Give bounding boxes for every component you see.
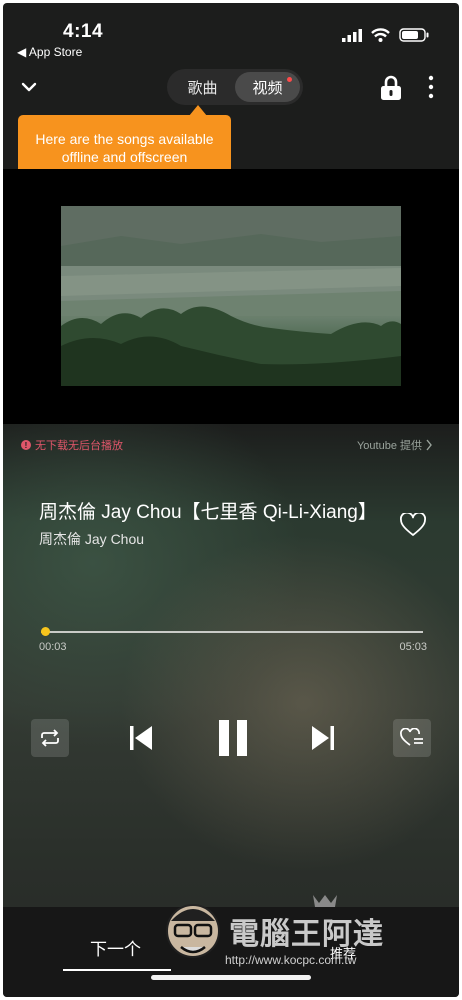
video-landscape-image — [61, 206, 401, 386]
previous-button[interactable] — [125, 721, 157, 755]
chevron-down-icon[interactable] — [19, 77, 39, 97]
active-tab-indicator — [63, 969, 171, 971]
back-to-app-store-link[interactable]: ◀ App Store — [17, 45, 82, 59]
tab-videos[interactable]: 视频 — [235, 72, 300, 102]
home-indicator[interactable] — [151, 975, 311, 980]
skip-previous-icon — [130, 726, 152, 750]
watermark-url: http://www.kocpc.com.tw — [225, 953, 357, 967]
current-time: 00:03 — [39, 641, 67, 653]
signal-icon — [342, 28, 362, 42]
pause-icon — [219, 720, 247, 756]
pause-button[interactable] — [211, 715, 255, 761]
video-frame[interactable] — [61, 206, 401, 386]
player-screen: 4:14 ◀ App Store 歌曲 视频 Here are the song… — [3, 3, 459, 997]
provider-text: Youtube 提供 — [356, 440, 422, 452]
alert-icon: ! — [21, 440, 31, 450]
add-to-playlist-button[interactable] — [393, 719, 431, 757]
media-type-switcher: 歌曲 视频 — [167, 69, 303, 105]
provider-link[interactable]: Youtube 提供 — [357, 437, 433, 453]
tab-songs-label: 歌曲 — [187, 79, 218, 97]
tab-next-up[interactable]: 下一个 — [90, 935, 141, 960]
total-time: 05:03 — [399, 641, 427, 653]
song-artist[interactable]: 周杰倫 Jay Chou — [39, 529, 144, 549]
song-title: 周杰倫 Jay Chou【七里香 Qi-Li-Xiang】 — [39, 502, 377, 523]
chevron-right-icon — [426, 439, 432, 451]
skip-next-icon — [312, 726, 334, 750]
heart-icon[interactable] — [400, 513, 426, 537]
notification-dot — [287, 77, 292, 82]
wifi-icon — [371, 28, 390, 42]
notice-text: 无下载无后台播放 — [35, 440, 123, 452]
battery-icon — [399, 28, 429, 42]
tab-videos-label: 视频 — [252, 79, 283, 97]
status-icons — [342, 28, 429, 42]
status-time: 4:14 — [63, 21, 104, 42]
no-download-notice: ! 无下载无后台播放 — [21, 437, 123, 453]
repeat-button[interactable] — [31, 719, 69, 757]
repeat-icon — [41, 729, 59, 747]
progress-bar[interactable] — [40, 627, 423, 636]
tooltip-text: Here are the songs available offline and… — [35, 130, 214, 165]
tab-songs[interactable]: 歌曲 — [170, 72, 235, 102]
lock-icon[interactable] — [379, 75, 403, 101]
next-button[interactable] — [307, 721, 339, 755]
progress-handle[interactable] — [40, 627, 50, 636]
watermark-text: 電腦王阿達 — [229, 917, 384, 952]
heart-list-icon — [400, 728, 423, 746]
video-player[interactable] — [3, 169, 459, 424]
more-options-icon[interactable] — [427, 75, 435, 99]
